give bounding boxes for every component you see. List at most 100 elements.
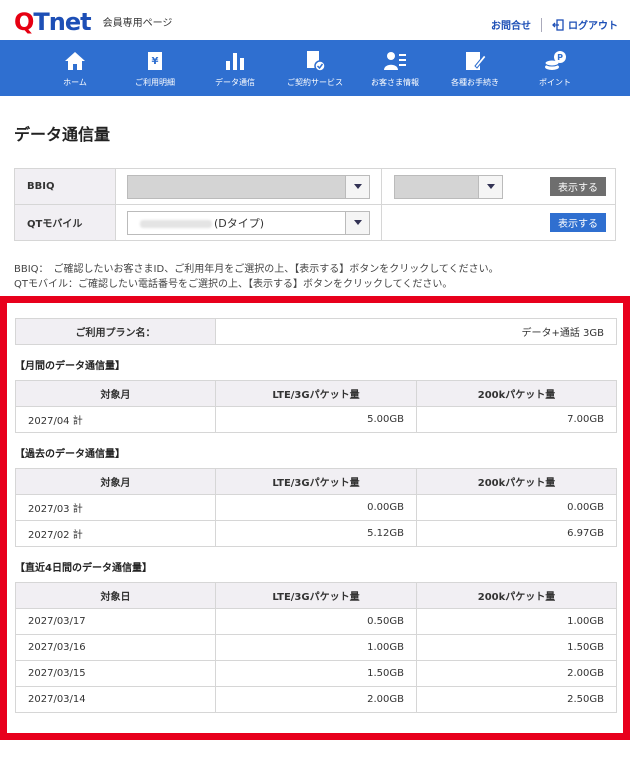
nav-label: ご利用明細 [135,78,175,87]
column-header: 200kパケット量 [416,582,617,609]
mobile-number-select[interactable]: (Dタイプ) [127,210,370,235]
masked-phone-number [140,219,212,228]
lte-cell: 5.00GB [215,406,417,433]
form-edit-icon [466,52,487,70]
month-cell: 2027/03 計 [15,494,216,521]
plan-table: ご利用プラン名： データ+通話 3GB [15,318,617,345]
logout-label: ログアウト [568,21,618,32]
nav-label: ホーム [63,78,87,87]
past-usage-table: 対象月 LTE/3Gパケット量 200kパケット量 2027/03 計 0.00… [15,468,617,547]
nav-item-customer[interactable]: お客さま情報 [355,40,435,96]
mobile-show-button[interactable]: 表示する [550,213,606,232]
monthly-usage-table: 対象月 LTE/3Gパケット量 200kパケット量 2027/04 計 5.00… [15,380,617,433]
plan-label: ご利用プラン名： [15,318,216,345]
month-cell: 2027/04 計 [15,406,216,433]
lte-cell: 0.00GB [215,494,417,521]
nav-label: ポイント [539,78,571,87]
month-cell: 2027/02 計 [15,520,216,547]
column-header: 対象日 [15,582,216,609]
bbiq-id-select[interactable] [127,174,370,199]
date-cell: 2027/03/16 [15,634,216,661]
lte-cell: 2.00GB [215,686,417,713]
nav-item-billing[interactable]: ¥ ご利用明細 [115,40,195,96]
bar-chart-icon [226,53,244,70]
qtnet-logo[interactable]: QTnet 会員専用ページ [14,8,172,36]
nav-label: データ通信 [215,78,255,87]
recent-section-title: 【直近4日間のデータ通信量】 [15,563,152,574]
member-page-subtitle: 会員専用ページ [102,18,173,29]
chevron-down-icon [345,175,369,198]
date-cell: 2027/03/14 [15,686,216,713]
past-section-title: 【過去のデータ通信量】 [15,449,125,460]
svg-text:¥: ¥ [152,56,159,67]
contact-link[interactable]: お問合せ [491,17,531,32]
nav-label: 各種お手続き [451,78,499,87]
usage-results: ご利用プラン名： データ+通話 3GB 【月間のデータ通信量】 対象月 LTE/… [15,318,617,713]
nav-item-contract[interactable]: ご契約サービス [275,40,355,96]
table-row: 2027/04 計 5.00GB 7.00GB [15,406,617,433]
lte-cell: 1.50GB [215,660,417,687]
table-row: 2027/03/16 1.00GB 1.50GB [15,634,617,661]
nav-item-points[interactable]: P ポイント [515,40,595,96]
lte-cell: 5.12GB [215,520,417,547]
site-header: QTnet 会員専用ページ お問合せ ログアウト [0,0,630,40]
home-icon [65,52,85,70]
200k-cell: 7.00GB [416,406,617,433]
200k-cell: 1.00GB [416,608,617,635]
column-header: 対象月 [15,468,216,495]
bbiq-month-select[interactable] [394,174,503,199]
table-row: 2027/03/17 0.50GB 1.00GB [15,608,617,635]
logout-icon [552,18,564,31]
table-header-row: 対象月 LTE/3Gパケット量 200kパケット量 [15,468,617,495]
bbiq-label: BBIQ [14,168,116,205]
user-info-icon [384,52,406,70]
note-bbiq: BBIQ： ご確認したいお客さまID、ご利用年月をご選択の上、【表示する】ボタン… [14,264,499,275]
table-row: 2027/02 計 5.12GB 6.97GB [15,520,617,547]
column-header: 200kパケット量 [416,468,617,495]
200k-cell: 6.97GB [416,520,617,547]
qt-mobile-label: QTモバイル [14,204,116,241]
column-header: LTE/3Gパケット量 [215,582,417,609]
200k-cell: 2.00GB [416,660,617,687]
contract-check-icon [307,51,326,72]
table-row: 2027/03/15 1.50GB 2.00GB [15,660,617,687]
service-selector-table: BBIQ 表示する QTモバイル (Dタイプ) 表示する [14,168,616,241]
table-row: 2027/03/14 2.00GB 2.50GB [15,686,617,713]
column-header: LTE/3Gパケット量 [215,468,417,495]
date-cell: 2027/03/17 [15,608,216,635]
chevron-down-icon [478,175,502,198]
200k-cell: 1.50GB [416,634,617,661]
nav-label: お客さま情報 [371,78,419,87]
column-header: LTE/3Gパケット量 [215,380,417,407]
200k-cell: 0.00GB [416,494,617,521]
logo-wordmark: QTnet [14,8,92,36]
lte-cell: 0.50GB [215,608,417,635]
main-nav: ホーム ¥ ご利用明細 データ通信 ご契約サービス お客さま情報 各種お手続き … [0,40,630,96]
200k-cell: 2.50GB [416,686,617,713]
bbiq-show-button[interactable]: 表示する [550,177,606,196]
instructions: BBIQ： ご確認したいお客さまID、ご利用年月をご選択の上、【表示する】ボタン… [14,262,499,292]
note-mobile: QTモバイル：ご確認したい電話番号をご選択の上、【表示する】ボタンをクリックして… [14,279,453,290]
nav-item-home[interactable]: ホーム [35,40,115,96]
nav-item-data[interactable]: データ通信 [195,40,275,96]
nav-item-procedures[interactable]: 各種お手続き [435,40,515,96]
monthly-section-title: 【月間のデータ通信量】 [15,361,125,372]
highlight-frame: ご利用プラン名： データ+通話 3GB 【月間のデータ通信量】 対象月 LTE/… [0,296,630,740]
table-header-row: 対象日 LTE/3Gパケット量 200kパケット量 [15,582,617,609]
coins-point-icon: P [544,51,566,70]
column-header: 対象月 [15,380,216,407]
plan-value: データ+通話 3GB [215,318,617,345]
table-row: 2027/03 計 0.00GB 0.00GB [15,494,617,521]
table-header-row: 対象月 LTE/3Gパケット量 200kパケット量 [15,380,617,407]
date-cell: 2027/03/15 [15,660,216,687]
lte-cell: 1.00GB [215,634,417,661]
yen-document-icon: ¥ [148,52,162,70]
column-header: 200kパケット量 [416,380,617,407]
nav-label: ご契約サービス [287,78,343,87]
logout-link[interactable]: ログアウト [552,17,618,32]
chevron-down-icon [345,211,369,234]
recent-usage-table: 対象日 LTE/3Gパケット量 200kパケット量 2027/03/17 0.5… [15,582,617,713]
page-title: データ通信量 [14,125,111,144]
svg-text:P: P [557,53,563,62]
header-divider [541,17,542,32]
